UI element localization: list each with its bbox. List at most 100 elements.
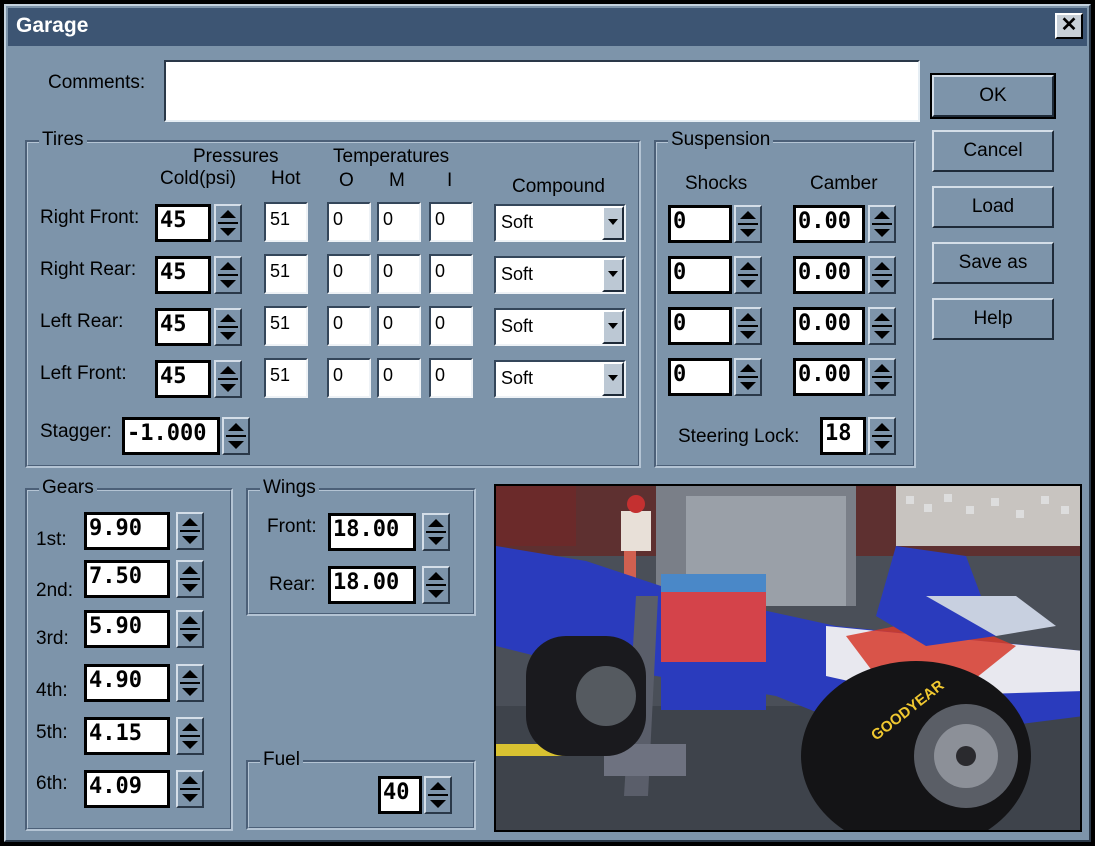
- camber-spinner[interactable]: [868, 307, 896, 345]
- load-button[interactable]: Load: [932, 186, 1054, 228]
- gear-ratio-spinner[interactable]: [176, 560, 204, 598]
- dropdown-arrow-icon[interactable]: [602, 310, 624, 344]
- gear-ratio-input[interactable]: 4.15: [84, 717, 170, 755]
- temp-inner-field: 0: [429, 254, 473, 294]
- hot-pressure-field: 51: [264, 254, 308, 294]
- compound-value: Soft: [501, 368, 534, 388]
- stagger-spinner[interactable]: [222, 417, 250, 455]
- gear-ratio-spinner[interactable]: [176, 770, 204, 808]
- hot-header: Hot: [271, 168, 301, 189]
- camber-spinner[interactable]: [868, 256, 896, 294]
- cold-pressure-input[interactable]: 45: [155, 204, 211, 242]
- front-wing-spinner[interactable]: [422, 513, 450, 551]
- fuel-spinner[interactable]: [424, 776, 452, 814]
- comments-label: Comments:: [48, 72, 146, 93]
- help-button[interactable]: Help: [932, 298, 1054, 340]
- steering-lock-spinner[interactable]: [868, 417, 896, 455]
- compound-value: Soft: [501, 212, 534, 232]
- comments-field[interactable]: [164, 60, 920, 122]
- temp-o-header: O: [339, 170, 354, 191]
- shock-spinner[interactable]: [734, 307, 762, 345]
- compound-select[interactable]: Soft: [494, 256, 626, 294]
- gear-ratio-input[interactable]: 4.90: [84, 664, 170, 702]
- cold-pressure-input[interactable]: 45: [155, 360, 211, 398]
- gear-ratio-input[interactable]: 5.90: [84, 610, 170, 648]
- hot-pressure-field: 51: [264, 358, 308, 398]
- fuel-input[interactable]: 40: [378, 776, 422, 814]
- temp-middle-field: 0: [377, 306, 421, 346]
- cold-pressure-spinner[interactable]: [214, 204, 242, 242]
- cold-pressure-input[interactable]: 45: [155, 256, 211, 294]
- dropdown-arrow-icon[interactable]: [602, 258, 624, 292]
- steering-lock-input[interactable]: 18: [820, 417, 866, 455]
- gear-ratio-input[interactable]: 7.50: [84, 560, 170, 598]
- stagger-label: Stagger:: [40, 421, 112, 442]
- temp-outer-field: 0: [327, 358, 371, 398]
- camber-spinner[interactable]: [868, 205, 896, 243]
- stagger-input[interactable]: -1.000: [122, 417, 220, 455]
- shock-input[interactable]: 0: [668, 358, 732, 396]
- suspension-legend: Suspension: [668, 129, 774, 151]
- dropdown-arrow-icon[interactable]: [602, 362, 624, 396]
- cold-header: Cold(psi): [160, 168, 237, 189]
- gear-ratio-spinner[interactable]: [176, 610, 204, 648]
- fuel-legend: Fuel: [260, 749, 303, 771]
- temp-middle-field: 0: [377, 358, 421, 398]
- title-bar[interactable]: Garage ✕: [8, 8, 1087, 46]
- pressures-header: Pressures: [193, 146, 279, 167]
- gear-ratio-spinner[interactable]: [176, 717, 204, 755]
- gear-label: 2nd:: [36, 580, 73, 601]
- close-button[interactable]: ✕: [1055, 13, 1083, 39]
- window-title: Garage: [16, 14, 89, 37]
- temp-middle-field: 0: [377, 254, 421, 294]
- camber-spinner[interactable]: [868, 358, 896, 396]
- rear-wing-input[interactable]: 18.00: [328, 566, 416, 604]
- rear-wing-spinner[interactable]: [422, 566, 450, 604]
- camber-input[interactable]: 0.00: [793, 307, 865, 345]
- shock-input[interactable]: 0: [668, 256, 732, 294]
- gear-ratio-input[interactable]: 9.90: [84, 512, 170, 550]
- cold-pressure-spinner[interactable]: [214, 256, 242, 294]
- temperatures-header: Temperatures: [333, 146, 450, 167]
- compound-select[interactable]: Soft: [494, 204, 626, 242]
- wings-legend: Wings: [260, 477, 319, 499]
- gear-ratio-input[interactable]: 4.09: [84, 770, 170, 808]
- temp-middle-field: 0: [377, 202, 421, 242]
- temp-inner-field: 0: [429, 202, 473, 242]
- compound-value: Soft: [501, 316, 534, 336]
- tire-row-label: Right Rear:: [40, 259, 137, 280]
- gear-label: 5th:: [36, 722, 68, 743]
- rear-wing-label: Rear:: [269, 574, 316, 595]
- camber-input[interactable]: 0.00: [793, 256, 865, 294]
- shock-spinner[interactable]: [734, 256, 762, 294]
- shock-spinner[interactable]: [734, 205, 762, 243]
- gear-ratio-spinner[interactable]: [176, 512, 204, 550]
- temp-outer-field: 0: [327, 202, 371, 242]
- tire-row-label: Left Front:: [40, 363, 127, 384]
- shock-spinner[interactable]: [734, 358, 762, 396]
- shock-input[interactable]: 0: [668, 205, 732, 243]
- gear-label: 4th:: [36, 680, 68, 701]
- compound-value: Soft: [501, 264, 534, 284]
- cold-pressure-spinner[interactable]: [214, 308, 242, 346]
- compound-select[interactable]: Soft: [494, 308, 626, 346]
- shock-input[interactable]: 0: [668, 307, 732, 345]
- camber-input[interactable]: 0.00: [793, 205, 865, 243]
- camber-header: Camber: [810, 173, 878, 194]
- temp-outer-field: 0: [327, 254, 371, 294]
- temp-inner-field: 0: [429, 358, 473, 398]
- compound-header: Compound: [512, 176, 605, 197]
- camber-input[interactable]: 0.00: [793, 358, 865, 396]
- gear-ratio-spinner[interactable]: [176, 664, 204, 702]
- cold-pressure-spinner[interactable]: [214, 360, 242, 398]
- save-as-button[interactable]: Save as: [932, 242, 1054, 284]
- compound-select[interactable]: Soft: [494, 360, 626, 398]
- dropdown-arrow-icon[interactable]: [602, 206, 624, 240]
- front-wing-input[interactable]: 18.00: [328, 513, 416, 551]
- gear-label: 3rd:: [36, 628, 69, 649]
- cold-pressure-input[interactable]: 45: [155, 308, 211, 346]
- cancel-button[interactable]: Cancel: [932, 130, 1054, 172]
- gear-label: 1st:: [36, 529, 67, 550]
- ok-button[interactable]: OK: [930, 73, 1056, 119]
- car-preview-image: GOODYEAR: [494, 484, 1082, 832]
